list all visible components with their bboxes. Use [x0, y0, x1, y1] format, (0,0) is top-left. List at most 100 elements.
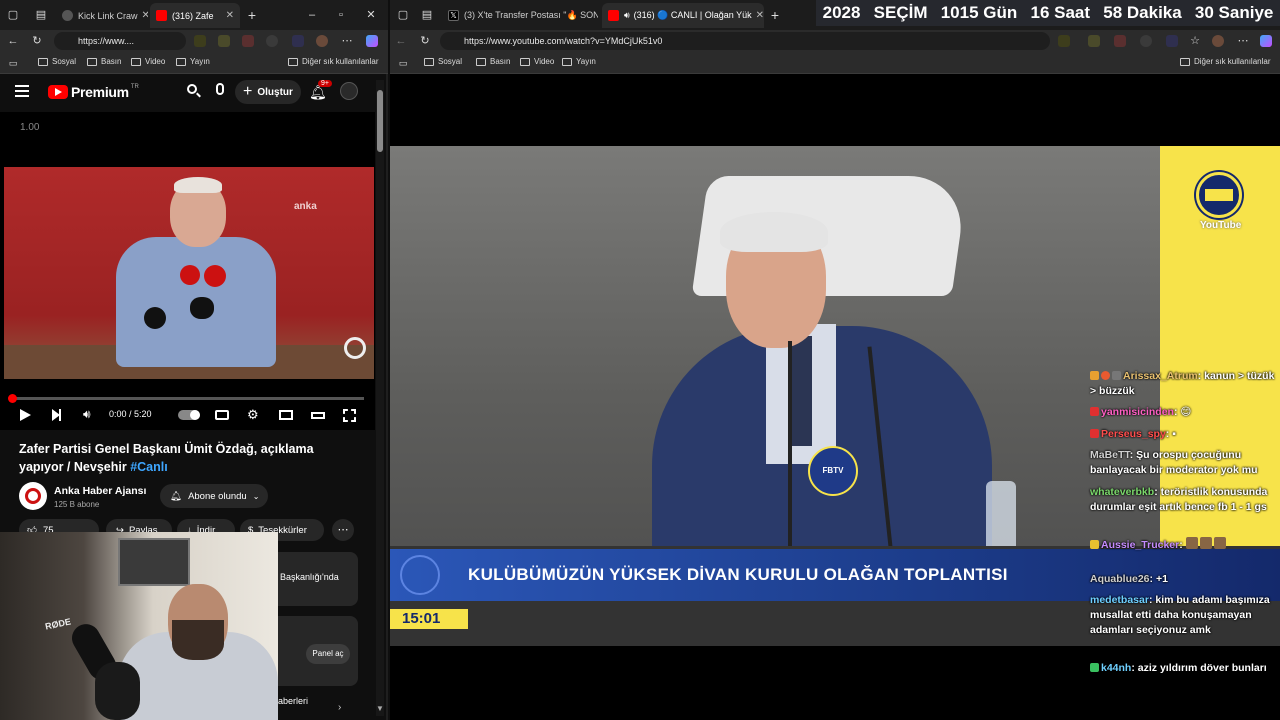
extension-icon[interactable]: [1140, 35, 1152, 47]
search-icon[interactable]: [187, 84, 201, 98]
tab-actions-icon[interactable]: ▤: [420, 8, 434, 22]
left-scrollbar[interactable]: [376, 80, 384, 716]
chat-message: whateverbkb: teröristlik konusunda durum…: [1090, 486, 1268, 513]
avatar[interactable]: [1212, 35, 1224, 47]
bookmark-yayin[interactable]: Yayın: [562, 57, 596, 66]
youtube-play-icon: [48, 85, 68, 99]
bookmark-yayin[interactable]: Yayın: [176, 57, 210, 66]
next-icon[interactable]: [52, 409, 61, 421]
emote-icon: [1185, 537, 1198, 549]
right-bookmarks-bar: ▭ Sosyal Basın Video Yayın Diğer sık kul…: [390, 52, 1280, 74]
channel-name[interactable]: Anka Haber Ajansı: [54, 485, 146, 497]
youtube-logo[interactable]: Premium TR: [48, 84, 139, 100]
folder-icon: [424, 57, 434, 66]
close-icon[interactable]: ✕: [138, 10, 148, 21]
hashtag-link[interactable]: #Canlı: [130, 460, 168, 474]
bookmark-sosyal[interactable]: Sosyal: [424, 57, 462, 66]
reading-list-icon[interactable]: ▭: [396, 56, 410, 70]
channel-avatar[interactable]: [19, 482, 47, 510]
copilot-icon[interactable]: [1260, 35, 1272, 47]
create-button[interactable]: + Oluştur: [235, 80, 301, 104]
related-card[interactable]: Başkanlığı'nda: [270, 552, 358, 606]
club-banner-label: YouTube: [1200, 220, 1242, 231]
subscribed-button[interactable]: 🔔︎ Abone olundu ⌄: [160, 484, 268, 508]
tab-actions-icon[interactable]: ▤: [34, 8, 48, 22]
extension-icon[interactable]: [1114, 35, 1126, 47]
lower-third-title: KULÜBÜMÜZÜN YÜKSEK DİVAN KURULU OLAĞAN T…: [468, 565, 1008, 584]
refresh-icon[interactable]: ↻: [418, 34, 432, 48]
extension-icon[interactable]: [218, 35, 230, 47]
left-tab-kick[interactable]: Kick Link Craw ✕: [56, 3, 148, 28]
right-url-input[interactable]: https://www.youtube.com/watch?v=YMdCjUk5…: [440, 32, 1050, 50]
back-icon[interactable]: ←: [6, 34, 20, 48]
play-icon[interactable]: [20, 409, 31, 421]
microphone-icon[interactable]: [216, 83, 224, 95]
microphone-arm: [95, 662, 140, 720]
folder-icon: [176, 57, 186, 66]
left-tab-youtube[interactable]: (316) Zafe ✕: [150, 3, 240, 28]
volume-icon[interactable]: 🔊︎: [83, 407, 91, 422]
right-tab-x[interactable]: 𝕏 (3) X'te Transfer Postası "🔥 SON ✕: [442, 3, 598, 28]
extension-icon[interactable]: [1088, 35, 1100, 47]
theater-icon[interactable]: [311, 412, 325, 419]
progress-bar[interactable]: [8, 394, 364, 403]
miniplayer-icon[interactable]: [279, 410, 293, 420]
more-icon[interactable]: ⋯: [1236, 34, 1250, 48]
bookmark-video[interactable]: Video: [131, 57, 165, 66]
left-video-player[interactable]: 1.00 anka 🔊︎ 0:00 / 5:20 ⚙: [0, 112, 375, 430]
water-bottle: [986, 481, 1016, 551]
workspaces-icon[interactable]: ▢: [396, 8, 410, 22]
time-display: 0:00 / 5:20: [109, 409, 152, 419]
folder-icon: [288, 57, 298, 66]
avatar[interactable]: [316, 35, 328, 47]
more-actions-icon[interactable]: ⋯: [332, 519, 354, 541]
bookmark-basin[interactable]: Basın: [87, 57, 121, 66]
settings-icon[interactable]: ⚙: [247, 407, 259, 423]
extension-icon[interactable]: [266, 35, 278, 47]
scroll-down-icon[interactable]: ▼: [376, 704, 384, 713]
back-icon[interactable]: ←: [394, 34, 408, 48]
chevron-down-icon: ⌄: [252, 491, 260, 501]
window-close-icon[interactable]: ✕: [364, 8, 378, 22]
new-tab-icon[interactable]: +: [768, 8, 782, 22]
open-panel-button[interactable]: Panel aç: [306, 644, 350, 664]
extension-icon[interactable]: [1166, 35, 1178, 47]
right-tab-youtube[interactable]: 🔊︎ (316) 🔵 CANLI | Olağan Yük ✕: [602, 3, 764, 28]
close-icon[interactable]: ✕: [752, 10, 764, 21]
refresh-icon[interactable]: ↻: [30, 34, 44, 48]
minimize-icon[interactable]: –: [305, 8, 319, 22]
menu-icon[interactable]: [15, 85, 29, 97]
bookmark-basin[interactable]: Basın: [476, 57, 510, 66]
maximize-icon[interactable]: ▫: [334, 8, 348, 22]
reading-list-icon[interactable]: ▭: [6, 56, 20, 70]
microphone-icon: [204, 265, 226, 287]
badge-icon: [1090, 429, 1099, 438]
favorites-icon[interactable]: ☆: [1188, 34, 1202, 48]
bookmark-other[interactable]: Diğer sık kullanılanlar: [288, 57, 378, 66]
fullscreen-icon[interactable]: [343, 409, 356, 422]
related-card-title: aberleri: [278, 696, 309, 706]
bookmark-video[interactable]: Video: [520, 57, 554, 66]
workspaces-icon[interactable]: ▢: [6, 8, 20, 22]
bookmark-sosyal[interactable]: Sosyal: [38, 57, 76, 66]
copilot-icon[interactable]: [366, 35, 378, 47]
close-icon[interactable]: ✕: [222, 10, 234, 21]
chevron-right-icon[interactable]: ›: [338, 702, 341, 713]
avatar[interactable]: [340, 82, 358, 100]
new-tab-icon[interactable]: +: [245, 8, 259, 22]
bookmark-other[interactable]: Diğer sık kullanılanlar: [1180, 57, 1270, 66]
autoplay-toggle[interactable]: [178, 410, 200, 420]
extension-icon[interactable]: [292, 35, 304, 47]
extension-icon[interactable]: [1058, 35, 1070, 47]
subtitles-icon[interactable]: [215, 410, 229, 420]
badge-icon: [1090, 663, 1099, 672]
more-icon[interactable]: ⋯: [340, 34, 354, 48]
left-url-input[interactable]: https://www....: [54, 32, 186, 50]
video-frame: anka: [4, 167, 374, 379]
countdown-hours: 16 Saat: [1030, 3, 1091, 22]
plus-icon: +: [243, 83, 253, 100]
extension-icon[interactable]: [194, 35, 206, 47]
folder-icon: [520, 57, 530, 66]
extension-icon[interactable]: [242, 35, 254, 47]
related-card[interactable]: Panel aç: [270, 616, 358, 686]
